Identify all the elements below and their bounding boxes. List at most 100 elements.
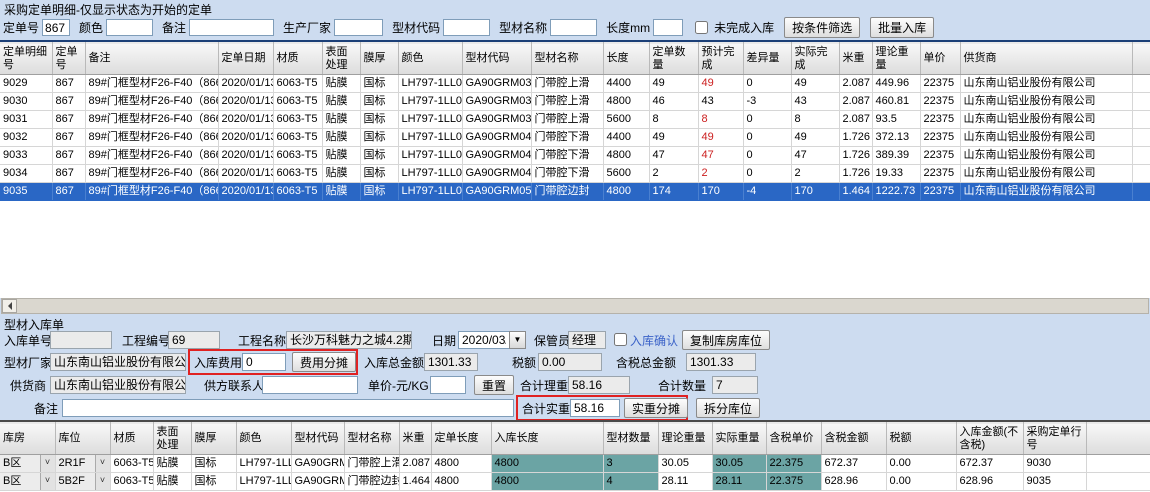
cell[interactable]: 867 [52, 129, 85, 147]
cell[interactable]: 628.96 [821, 473, 886, 491]
column-header[interactable]: 定单数量 [649, 43, 698, 75]
cell[interactable]: 9030 [0, 93, 52, 111]
cell[interactable]: 2 [698, 165, 743, 183]
column-header[interactable]: 供货商 [960, 43, 1132, 75]
cell[interactable]: 2R1F˅ [55, 455, 110, 473]
cell[interactable]: 89#门框型材F26-F40（866+867） [85, 129, 218, 147]
cell[interactable]: 5600 [603, 165, 649, 183]
cell[interactable]: 2.087 [839, 93, 872, 111]
cell[interactable]: LH797-1LL0 [236, 473, 291, 491]
column-header[interactable]: 颜色 [236, 423, 291, 455]
cell[interactable]: 4800 [431, 473, 491, 491]
dropdown-arrow-icon[interactable]: ˅ [40, 455, 55, 472]
cell[interactable]: 0 [743, 147, 791, 165]
cell[interactable]: GA90GRM04 [462, 129, 531, 147]
cell[interactable]: 8 [649, 111, 698, 129]
cell[interactable]: 47 [698, 147, 743, 165]
cell[interactable]: 6063-T5 [273, 129, 322, 147]
cell[interactable]: 4800 [431, 455, 491, 473]
cell[interactable]: 贴膜 [153, 455, 191, 473]
column-header[interactable]: 表面处理 [322, 43, 360, 75]
cell[interactable]: 449.96 [872, 75, 920, 93]
table-row[interactable]: 902986789#门框型材F26-F40（866+867）2020/01/13… [0, 75, 1150, 93]
cell[interactable]: 22375 [920, 111, 960, 129]
cell[interactable]: 门带腔上滑 [531, 75, 603, 93]
cell[interactable]: 1.726 [839, 147, 872, 165]
dropdown-arrow-icon[interactable]: ˅ [40, 473, 55, 490]
cell[interactable]: 门带腔上滑 [531, 111, 603, 129]
cell[interactable]: 9030 [1023, 455, 1086, 473]
cell[interactable]: LH797-1LL0 [236, 455, 291, 473]
cell[interactable]: 672.37 [821, 455, 886, 473]
column-header[interactable]: 采购定单行号 [1023, 423, 1086, 455]
cell[interactable]: 22.375 [766, 473, 821, 491]
cell[interactable]: 0 [743, 75, 791, 93]
cell[interactable]: 9035 [0, 183, 52, 201]
cell[interactable]: 门带腔边封 [344, 473, 399, 491]
cell[interactable]: B区˅ [0, 473, 55, 491]
cell[interactable]: 22375 [920, 93, 960, 111]
cell[interactable]: 2 [649, 165, 698, 183]
cell[interactable]: 贴膜 [322, 183, 360, 201]
cell[interactable]: 4400 [603, 129, 649, 147]
column-header[interactable]: 入库金额(不含税) [956, 423, 1023, 455]
cell[interactable]: 门带腔下滑 [531, 147, 603, 165]
cell[interactable]: 89#门框型材F26-F40（866+867） [85, 75, 218, 93]
cell[interactable]: 2020/01/13 [218, 111, 273, 129]
column-header[interactable]: 实际重量 [712, 423, 766, 455]
cell[interactable]: LH797-1LL0 [398, 147, 462, 165]
column-header[interactable]: 长度 [603, 43, 649, 75]
column-header[interactable]: 理论重量 [872, 43, 920, 75]
cell[interactable]: 4800 [603, 147, 649, 165]
cell[interactable]: 贴膜 [322, 129, 360, 147]
cell[interactable]: GA90GRM03 [462, 93, 531, 111]
cell[interactable]: 贴膜 [322, 111, 360, 129]
cell[interactable]: 4800 [491, 455, 603, 473]
cell[interactable]: 49 [698, 129, 743, 147]
column-header[interactable]: 库房 [0, 423, 55, 455]
fee-allocate-button[interactable]: 费用分摊 [292, 352, 356, 372]
cell[interactable]: 2.087 [839, 75, 872, 93]
cell[interactable]: 89#门框型材F26-F40（866+867） [85, 93, 218, 111]
cell[interactable]: 389.39 [872, 147, 920, 165]
date-input[interactable] [458, 331, 510, 349]
column-header[interactable]: 米重 [399, 423, 431, 455]
table-row[interactable]: 903186789#门框型材F26-F40（866+867）2020/01/13… [0, 111, 1150, 129]
unit-price-input[interactable] [430, 376, 466, 394]
cell[interactable]: 170 [698, 183, 743, 201]
supplier-contact-input[interactable] [262, 376, 358, 394]
column-header[interactable]: 表面处理 [153, 423, 191, 455]
cell[interactable]: LH797-1LL0 [398, 111, 462, 129]
cell[interactable]: 89#门框型材F26-F40（866+867） [85, 147, 218, 165]
filter-profile-name-input[interactable] [550, 19, 597, 36]
cell[interactable]: B区˅ [0, 455, 55, 473]
cell[interactable]: 22375 [920, 75, 960, 93]
cell[interactable]: 山东南山铝业股份有限公司 [960, 129, 1132, 147]
cell[interactable]: GA90GRM03 [462, 75, 531, 93]
column-header[interactable]: 单价 [920, 43, 960, 75]
cell[interactable]: 6063-T5 [273, 93, 322, 111]
cell[interactable]: 867 [52, 111, 85, 129]
cell[interactable]: 门带腔上滑 [344, 455, 399, 473]
cell[interactable]: 贴膜 [153, 473, 191, 491]
column-header[interactable]: 型材代码 [462, 43, 531, 75]
table-row[interactable]: 903486789#门框型材F26-F40（866+867）2020/01/13… [0, 165, 1150, 183]
inbound-confirm-checkbox[interactable] [614, 333, 627, 346]
column-header[interactable]: 膜厚 [360, 43, 398, 75]
cell[interactable]: 867 [52, 75, 85, 93]
cell[interactable]: 9033 [0, 147, 52, 165]
column-header[interactable]: 材质 [273, 43, 322, 75]
cell[interactable]: 6063-T5 [110, 473, 153, 491]
column-header[interactable]: 型材代码 [291, 423, 344, 455]
cell[interactable]: 8 [698, 111, 743, 129]
cell[interactable]: 0.00 [886, 455, 956, 473]
unfinished-inbound-checkbox[interactable] [695, 21, 708, 34]
cell[interactable]: 22375 [920, 129, 960, 147]
cell[interactable]: 672.37 [956, 455, 1023, 473]
cell[interactable]: 4800 [491, 473, 603, 491]
cell[interactable]: 89#门框型材F26-F40（866+867） [85, 165, 218, 183]
table-row[interactable]: 903086789#门框型材F26-F40（866+867）2020/01/13… [0, 93, 1150, 111]
cell[interactable]: 30.05 [712, 455, 766, 473]
cell[interactable]: 170 [791, 183, 839, 201]
cell[interactable]: 6063-T5 [273, 183, 322, 201]
